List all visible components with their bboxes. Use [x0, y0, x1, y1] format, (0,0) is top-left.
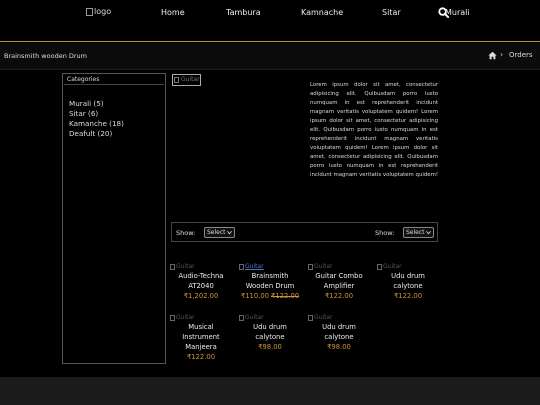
product-thumbnail[interactable]: Guitar: [308, 263, 369, 271]
show-label: Show:: [176, 229, 196, 237]
logo-alt-text: logo: [94, 7, 112, 16]
thumbnail-alt: Guitar: [176, 263, 195, 270]
broken-image-icon: [308, 263, 313, 270]
breadcrumb-bar: Brainsmith wooden Drum: [0, 43, 540, 70]
product-name[interactable]: Wooden Drum: [240, 281, 300, 291]
product-price: ₹98.00: [258, 343, 282, 351]
product-price: ₹110.00: [240, 292, 269, 300]
product-thumbnail[interactable]: Guitar: [170, 314, 231, 322]
thumbnail-alt: Guitar: [245, 314, 264, 321]
divider: [64, 84, 164, 85]
thumbnail-alt: Guitar: [314, 314, 333, 321]
nav-home[interactable]: Home: [161, 8, 185, 17]
category-kamanche[interactable]: Kamanche (18): [69, 119, 124, 129]
nav-kamnache[interactable]: Kamnache: [301, 8, 343, 17]
product-card[interactable]: Guitar Musical Instrument Manjeera ₹122.…: [170, 314, 231, 362]
thumbnail-alt: Guitar: [314, 263, 333, 270]
product-name[interactable]: Guitar Combo: [309, 271, 369, 281]
broken-image-icon: [239, 314, 244, 321]
product-name[interactable]: Musical: [171, 322, 231, 332]
product-thumbnail[interactable]: Guitar: [377, 263, 438, 271]
product-name[interactable]: calytone: [309, 332, 369, 342]
product-card[interactable]: Guitar Audio-Techna AT2040 ₹1,202.00: [170, 263, 231, 301]
product-card[interactable]: Guitar Udu drum calytone ₹98.00: [308, 314, 369, 352]
site-footer: [0, 377, 540, 405]
page-title: Brainsmith wooden Drum: [4, 52, 88, 60]
show-label: Show:: [375, 229, 395, 237]
thumbnail-alt: Guitar: [383, 263, 402, 270]
product-name[interactable]: Amplifier: [309, 281, 369, 291]
product-image[interactable]: Guitar: [172, 74, 201, 86]
nav-tambura[interactable]: Tambura: [226, 8, 261, 17]
broken-image-icon: [170, 263, 175, 270]
product-thumbnail[interactable]: Guitar: [170, 263, 231, 271]
product-name[interactable]: calytone: [378, 281, 438, 291]
product-name[interactable]: Manjeera: [171, 342, 231, 352]
categories-heading: Categories: [67, 76, 100, 83]
select-value: Select: [406, 229, 425, 236]
chevron-right-icon: ›: [500, 50, 504, 59]
home-icon[interactable]: [488, 51, 497, 60]
product-name[interactable]: Brainsmith: [240, 271, 300, 281]
product-name[interactable]: Udu drum: [309, 322, 369, 332]
show-select-left[interactable]: Select: [204, 227, 235, 238]
product-card[interactable]: Guitar Udu drum calytone ₹122.00: [377, 263, 438, 301]
logo[interactable]: logo: [86, 7, 111, 16]
categories-panel: Categories Murali (5) Sitar (6) Kamanche…: [62, 73, 166, 364]
broken-image-icon: [308, 314, 313, 321]
product-price: ₹122.00: [186, 353, 216, 361]
product-old-price: ₹122.00: [271, 292, 300, 300]
product-price: ₹122.00: [393, 292, 423, 300]
product-card[interactable]: Guitar Guitar Combo Amplifier ₹122.00: [308, 263, 369, 301]
breadcrumb-orders[interactable]: Orders: [509, 51, 533, 59]
broken-image-icon: [170, 314, 175, 321]
product-price: ₹122.00: [324, 292, 354, 300]
product-card[interactable]: Guitar Brainsmith Wooden Drum ₹110.00 ₹12…: [239, 263, 300, 301]
product-name[interactable]: AT2040: [171, 281, 231, 291]
broken-image-icon: [239, 263, 244, 270]
product-price: ₹1,202.00: [183, 292, 219, 300]
category-default[interactable]: Deafult (20): [69, 129, 124, 139]
category-list: Murali (5) Sitar (6) Kamanche (18) Deafu…: [69, 99, 124, 139]
product-card[interactable]: Guitar Udu drum calytone ₹98.00: [239, 314, 300, 352]
category-sitar[interactable]: Sitar (6): [69, 109, 124, 119]
category-murali[interactable]: Murali (5): [69, 99, 124, 109]
product-price: ₹98.00: [327, 343, 351, 351]
product-name[interactable]: Instrument: [171, 332, 231, 342]
site-header: logo Home Tambura Kamnache Sitar Murali: [0, 0, 540, 42]
chevron-down-icon: [426, 230, 431, 235]
nav-murali[interactable]: Murali: [445, 8, 470, 17]
broken-image-icon: [377, 263, 382, 270]
product-thumbnail[interactable]: Guitar: [239, 314, 300, 322]
product-thumbnail[interactable]: Guitar: [239, 263, 300, 271]
product-name[interactable]: calytone: [240, 332, 300, 342]
nav-sitar[interactable]: Sitar: [382, 8, 401, 17]
filter-bar: Show: Select Show: Select: [171, 222, 438, 242]
thumbnail-alt: Guitar: [176, 314, 195, 321]
product-image-alt: Guitar: [181, 76, 200, 83]
product-name[interactable]: Udu drum: [240, 322, 300, 332]
product-description: Lorem ipsum dolor sit amet, consectetur …: [310, 82, 439, 178]
chevron-down-icon: [227, 230, 232, 235]
broken-image-icon: [86, 7, 93, 16]
product-thumbnail[interactable]: Guitar: [308, 314, 369, 322]
show-select-right[interactable]: Select: [403, 227, 434, 238]
select-value: Select: [207, 229, 226, 236]
product-name[interactable]: Audio-Techna: [171, 271, 231, 281]
thumbnail-alt: Guitar: [245, 263, 264, 270]
product-name[interactable]: Udu drum: [378, 271, 438, 281]
broken-image-icon: [174, 77, 179, 83]
